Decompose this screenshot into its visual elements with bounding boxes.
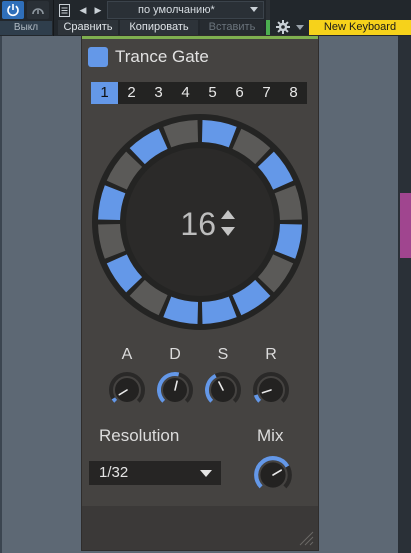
power-button[interactable] [2,1,24,19]
step-count-down-icon[interactable] [221,227,235,236]
decay-knob[interactable] [155,370,195,410]
pattern-button-2[interactable]: 2 [118,82,145,104]
arrow-left-icon: ◀ [79,5,87,15]
off-label[interactable]: Выкл [0,21,52,35]
sustain-knob[interactable] [203,370,243,410]
release-knob[interactable] [251,370,291,410]
resize-grip-icon[interactable] [298,530,314,546]
file-icon [58,3,70,17]
prev-preset-button[interactable]: ◀ [76,2,90,18]
chevron-down-icon [250,7,258,12]
resolution-label: Resolution [99,426,180,445]
settings-menu-caret[interactable] [296,25,304,30]
pattern-button-7[interactable]: 7 [253,82,280,104]
power-icon [7,4,19,17]
left-edge [0,36,2,553]
paste-button[interactable]: Вставить [200,20,264,35]
mix-label: Mix [257,426,284,445]
attack-label: A [121,346,133,363]
arrow-right-icon: ▶ [94,5,102,15]
side-accent-bar[interactable] [400,193,411,258]
right-side-panel [398,36,411,553]
gear-icon [276,20,290,34]
attack-knob[interactable] [107,370,147,410]
step-count-value: 16 [180,206,216,242]
pattern-button-5[interactable]: 5 [199,82,226,104]
keyboard-device-label[interactable]: New Keyboard [309,20,411,35]
mix-knob[interactable] [252,454,294,496]
chevron-down-icon [200,470,212,477]
pattern-selector: 1 2 3 4 5 6 7 8 [91,82,307,104]
panel-top-accent [82,36,318,39]
step-count-up-icon[interactable] [221,210,235,219]
plugin-color-swatch[interactable] [88,47,108,67]
plugin-title: Trance Gate [115,47,209,66]
preset-file-button[interactable] [56,2,72,18]
preset-name: по умолчанию* [138,4,215,16]
next-preset-button[interactable]: ▶ [91,2,105,18]
pattern-button-4[interactable]: 4 [172,82,199,104]
settings-button[interactable] [274,19,292,35]
trance-gate-panel: Trance Gate 1 2 3 4 5 6 7 8 16 A D S R R… [82,36,318,550]
plugin-header: Выкл ◀ ▶ по умолчанию* Сравнить Копирова… [0,0,411,36]
resolution-select[interactable]: 1/32 [89,461,221,485]
resolution-value: 1/32 [99,464,129,481]
pattern-button-8[interactable]: 8 [280,82,307,104]
panel-footer [82,506,318,550]
decay-label: D [169,346,181,363]
compare-button[interactable]: Сравнить [58,20,118,35]
pattern-button-1[interactable]: 1 [91,82,118,104]
copy-button[interactable]: Копировать [120,20,198,35]
release-label: R [265,346,277,363]
bypass-button[interactable] [27,1,49,19]
pattern-button-3[interactable]: 3 [145,82,172,104]
pattern-button-6[interactable]: 6 [226,82,253,104]
activity-indicator [266,0,270,36]
bypass-icon [32,8,44,15]
sustain-label: S [217,346,229,363]
preset-select[interactable]: по умолчанию* [107,1,264,19]
header-divider [53,0,54,36]
